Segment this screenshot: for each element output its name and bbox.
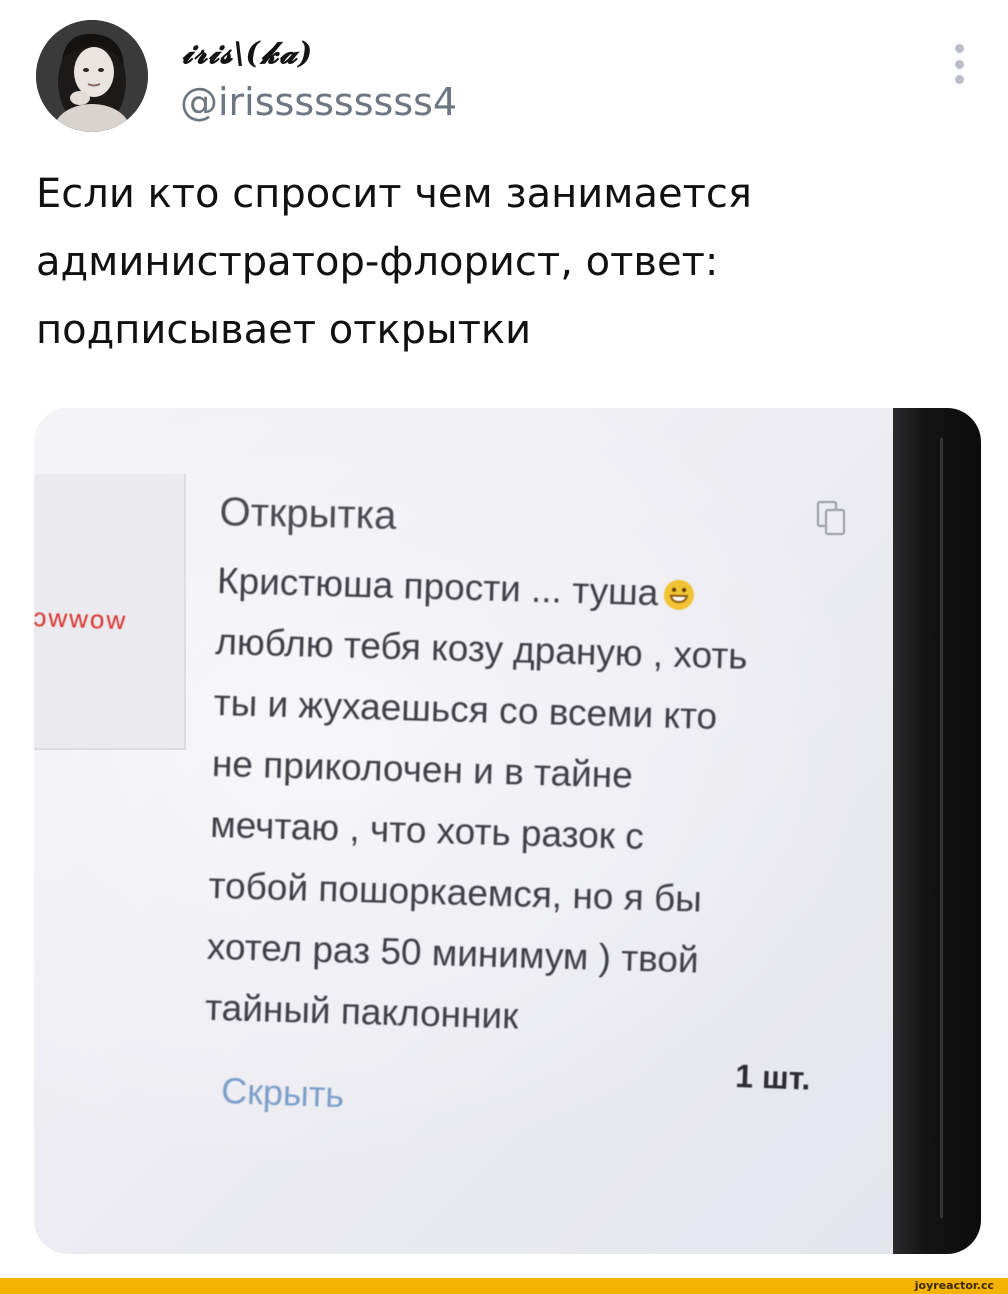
tweet-text-line: администратор-флорист, ответ: — [36, 239, 719, 285]
tweet-text-line: Если кто спросит чем занимается — [36, 171, 752, 217]
watermark[interactable]: joyreactor.cc — [915, 1279, 994, 1292]
card-title: Открытка — [219, 490, 397, 538]
phone-bezel — [893, 408, 981, 1254]
dot — [954, 59, 964, 69]
card-message: Кристюша прости ... туша люблю тебя козу… — [204, 550, 877, 1056]
hide-link[interactable]: Скрыть — [221, 1070, 345, 1116]
display-name[interactable]: 𝓲𝓻𝓲𝓼\(𝓴𝓪) — [182, 36, 313, 71]
vertical-ellipsis-icon[interactable] — [944, 40, 974, 88]
grinning-face-icon — [663, 579, 695, 611]
avatar-photo — [36, 20, 148, 132]
avatar[interactable] — [36, 20, 148, 132]
attached-photo[interactable]: ɔwwow Открытка Кристюша прости ... туша … — [34, 408, 981, 1254]
quantity-label: 1 шт. — [734, 1058, 812, 1097]
dot — [954, 44, 964, 53]
tweet-screenshot: 𝓲𝓻𝓲𝓼\(𝓴𝓪) @irisssssssss4 Если кто спроси… — [0, 0, 1008, 1294]
dot — [954, 75, 964, 84]
bezel-highlight — [940, 438, 943, 1218]
user-handle[interactable]: @irisssssssss4 — [180, 80, 457, 124]
tweet-text: Если кто спросит чем занимается админист… — [36, 160, 966, 364]
watermark-bar — [0, 1278, 1008, 1294]
card-message-text: Кристюша прости ... туша — [216, 559, 659, 614]
copy-icon — [816, 500, 846, 536]
tweet-text-line: подписывает открытки — [36, 307, 532, 353]
thumbnail-label: ɔwwow — [34, 602, 128, 636]
